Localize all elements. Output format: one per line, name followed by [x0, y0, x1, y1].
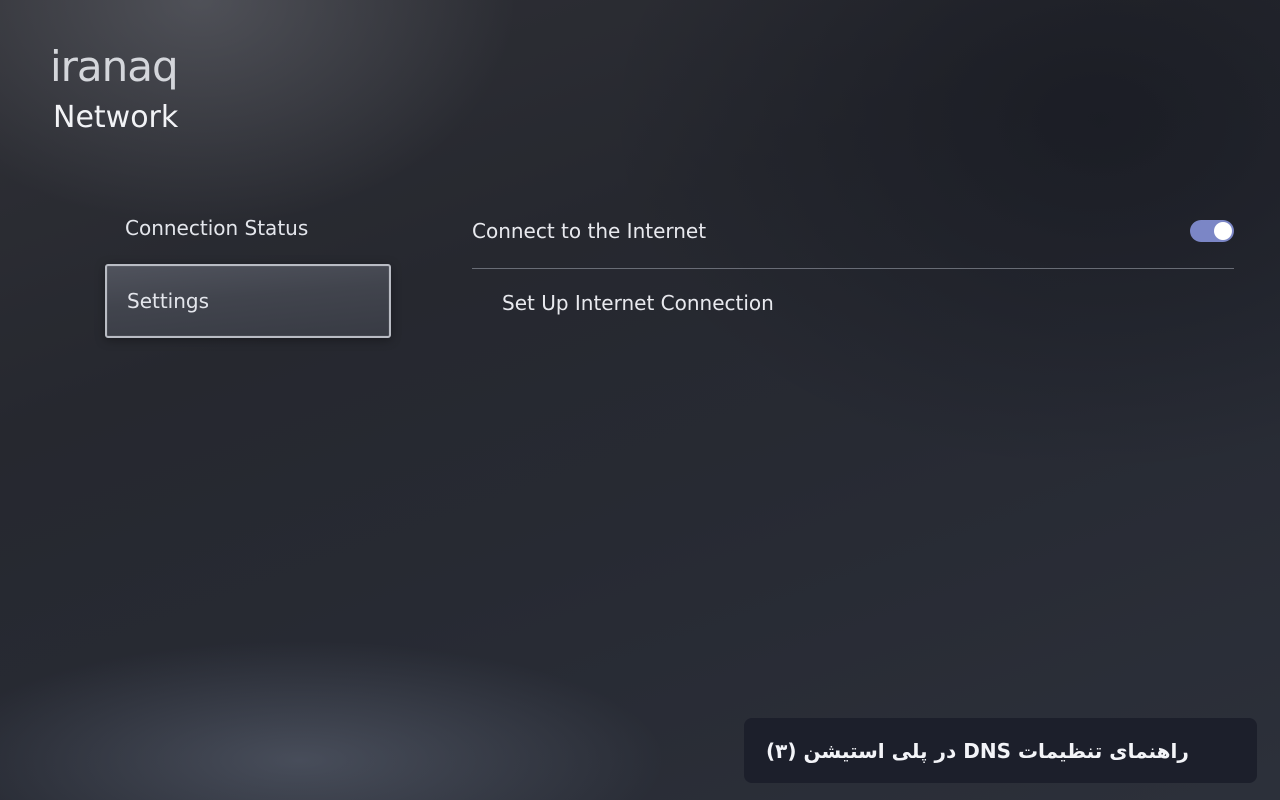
- toggle-knob: [1214, 222, 1232, 240]
- caption-banner: راهنمای تنظیمات DNS در پلی استیشن (۳): [744, 718, 1257, 783]
- sidebar-item-label: Settings: [127, 289, 210, 313]
- caption-text: راهنمای تنظیمات DNS در پلی استیشن (۳): [766, 738, 1189, 763]
- connect-internet-toggle[interactable]: [1190, 220, 1234, 242]
- sidebar-item-connection-status[interactable]: Connection Status: [105, 200, 391, 256]
- settings-panel: Connect to the Internet Set Up Internet …: [472, 202, 1234, 323]
- sidebar-item-settings[interactable]: Settings: [105, 264, 391, 338]
- divider: [472, 268, 1234, 269]
- set-up-internet-connection-item[interactable]: Set Up Internet Connection: [472, 283, 1234, 323]
- brand-logo: iranaq: [50, 42, 179, 91]
- page-title: Network: [53, 100, 179, 135]
- connect-internet-label: Connect to the Internet: [472, 219, 707, 243]
- sidebar-item-label: Connection Status: [125, 216, 309, 240]
- connect-internet-row[interactable]: Connect to the Internet: [472, 202, 1234, 260]
- set-up-internet-connection-label: Set Up Internet Connection: [502, 291, 774, 315]
- sidebar-nav: Connection Status Settings: [105, 200, 391, 338]
